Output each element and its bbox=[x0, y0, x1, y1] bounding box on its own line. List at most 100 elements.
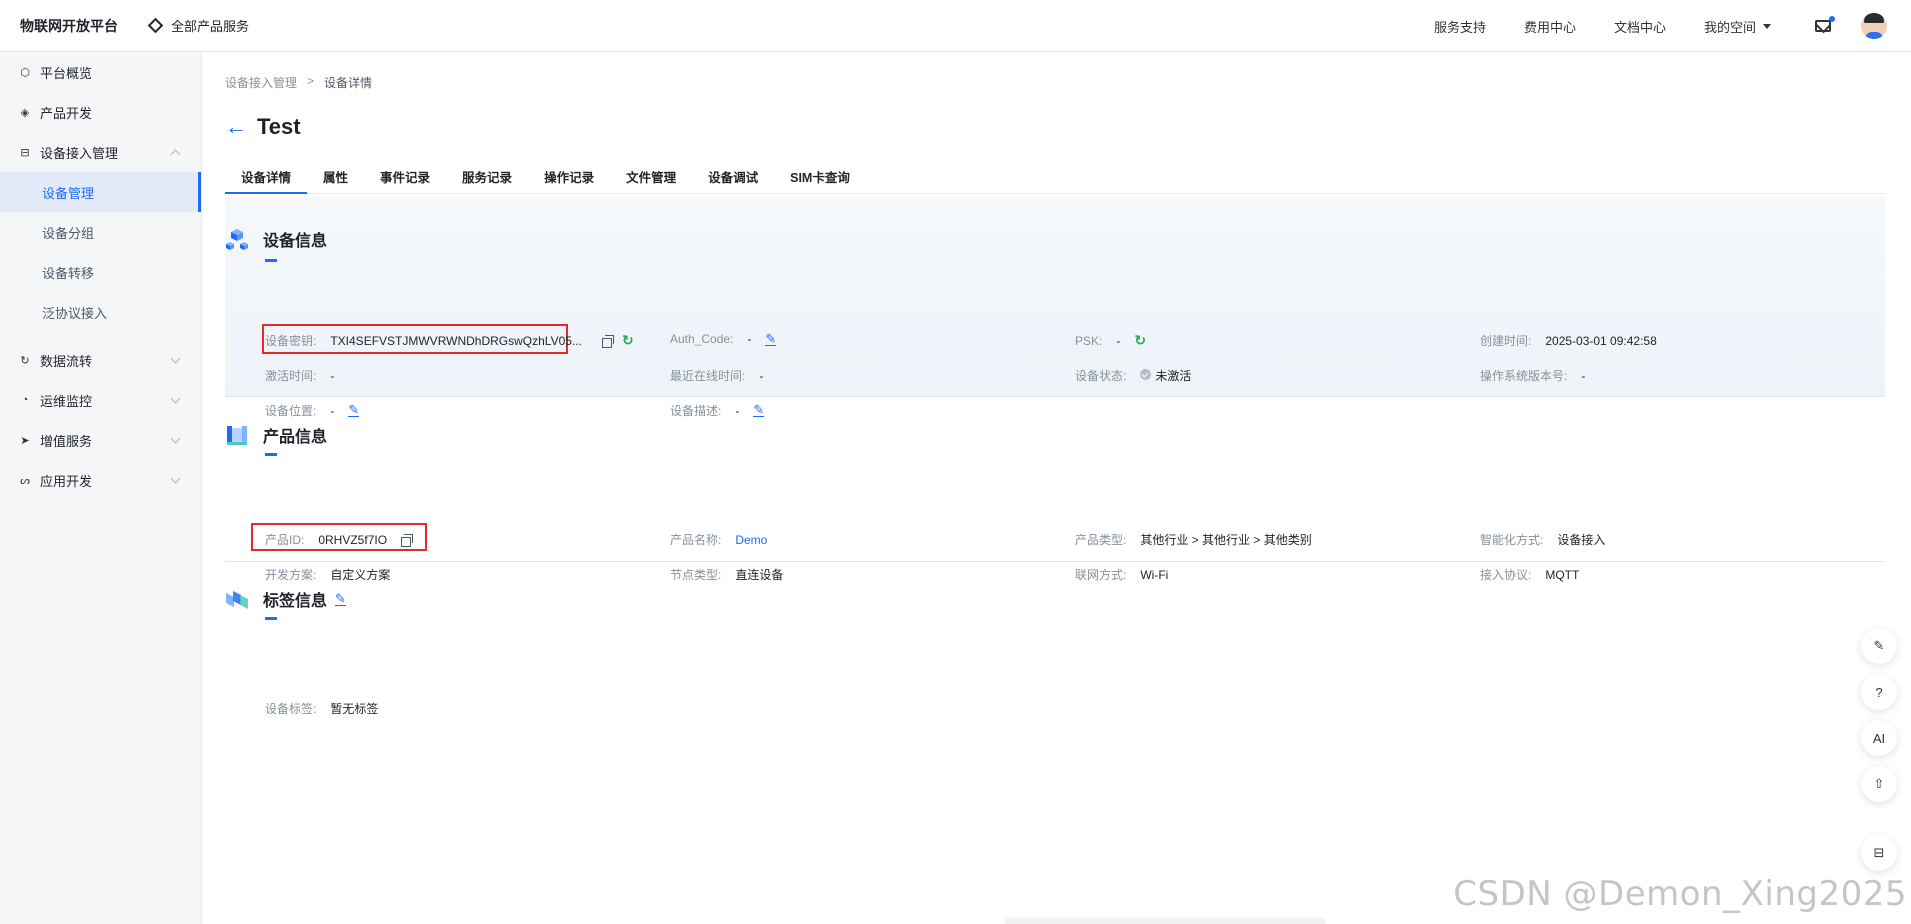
back-arrow-icon[interactable]: ← bbox=[225, 116, 247, 138]
field-product-name: 产品名称: Demo bbox=[670, 531, 767, 548]
field-label: 最近在线时间: bbox=[670, 369, 746, 383]
created-time-value: 2025-03-01 09:42:58 bbox=[1545, 333, 1657, 348]
field-label: 设备密钥: bbox=[265, 334, 317, 348]
refresh-icon[interactable]: ↻ bbox=[622, 332, 634, 349]
support-link[interactable]: 服务支持 bbox=[1434, 17, 1486, 36]
field-activated-time: 激活时间: - bbox=[265, 367, 334, 384]
help-button[interactable]: ? bbox=[1861, 674, 1897, 710]
edit-icon[interactable]: ✎ bbox=[335, 592, 346, 606]
mail-icon[interactable] bbox=[1815, 16, 1835, 32]
tab-device-details[interactable]: 设备详情 bbox=[225, 162, 308, 194]
product-info-section: 产品信息 产品ID: 0RHVZ5f7IO 产品名称: Demo 产品类型: 其… bbox=[225, 397, 1885, 582]
page-title: Test bbox=[257, 114, 301, 139]
question-icon: ? bbox=[1875, 684, 1883, 700]
ai-label: AI bbox=[1872, 730, 1886, 746]
tags-value: 暂无标签 bbox=[330, 702, 379, 716]
breadcrumb-parent[interactable]: 设备接入管理 bbox=[225, 74, 297, 91]
breadcrumb: 设备接入管理 > 设备详情 bbox=[225, 74, 372, 91]
tab-sim-query[interactable]: SIM卡查询 bbox=[774, 162, 866, 194]
overview-icon: ⬡ bbox=[20, 66, 30, 79]
product-info-title: 产品信息 bbox=[263, 429, 328, 446]
field-created-time: 创建时间: 2025-03-01 09:42:58 bbox=[1480, 332, 1657, 349]
sidebar-item-label: 产品开发 bbox=[40, 105, 93, 121]
field-psk: PSK: - ↻ bbox=[1075, 332, 1146, 349]
copy-icon[interactable] bbox=[401, 533, 414, 547]
section-underline bbox=[265, 617, 277, 620]
field-device-status: 设备状态: 未激活 bbox=[1075, 367, 1191, 384]
tag-info-header: 标签信息 ✎ bbox=[225, 587, 346, 611]
all-products-menu[interactable]: 全部产品服务 bbox=[147, 16, 249, 35]
sidebar-subitem-device-group[interactable]: 设备分组 bbox=[0, 212, 201, 252]
avatar[interactable] bbox=[1861, 13, 1887, 39]
device-icon: ⊟ bbox=[20, 146, 30, 159]
ai-button[interactable]: AI bbox=[1861, 720, 1897, 756]
chevron-down-icon bbox=[170, 353, 181, 364]
status-check-icon bbox=[1140, 369, 1152, 380]
sidebar-item-data-flow[interactable]: ↻ 数据流转 bbox=[0, 340, 201, 380]
device-info-header: 设备信息 bbox=[225, 227, 327, 251]
sidebar: ⬡ 平台概览 ◈ 产品开发 ⊟ 设备接入管理 设备管理 设备分组 设备转移 泛协… bbox=[0, 52, 202, 924]
edit-icon[interactable]: ✎ bbox=[765, 332, 777, 346]
field-label: PSK: bbox=[1075, 333, 1103, 348]
sidebar-item-label: 应用开发 bbox=[40, 473, 93, 489]
tab-properties[interactable]: 属性 bbox=[307, 162, 364, 194]
cube-icon: ◈ bbox=[20, 106, 30, 119]
product-name-link[interactable]: Demo bbox=[735, 533, 767, 547]
billing-link[interactable]: 费用中心 bbox=[1524, 17, 1576, 36]
my-space-menu[interactable]: 我的空间 bbox=[1704, 17, 1771, 36]
sidebar-subitem-generic-protocol[interactable]: 泛协议接入 bbox=[0, 292, 201, 332]
data-flow-icon: ↻ bbox=[20, 354, 30, 367]
device-info-section: 设备信息 设备密钥: TXI4SEFVSTJMWVRWNDhDRGswQzhLV… bbox=[225, 197, 1885, 418]
os-version-value: - bbox=[1581, 368, 1586, 383]
field-label: 设备标签: bbox=[265, 702, 317, 716]
field-product-type: 产品类型: 其他行业 > 其他行业 > 其他类别 bbox=[1075, 531, 1312, 548]
sidebar-subitem-device-management[interactable]: 设备管理 bbox=[0, 172, 201, 212]
section-underline bbox=[265, 453, 277, 456]
product-type-value: 其他行业 > 其他行业 > 其他类别 bbox=[1140, 533, 1312, 547]
sidebar-item-product-dev[interactable]: ◈ 产品开发 bbox=[0, 92, 201, 132]
refresh-icon[interactable]: ↻ bbox=[1134, 332, 1146, 349]
sidebar-item-monitor[interactable]: ◔ 运维监控 bbox=[0, 380, 201, 420]
feedback-button[interactable]: ✎ bbox=[1861, 628, 1897, 664]
top-bar: 物联网开放平台 全部产品服务 服务支持 费用中心 文档中心 我的空间 bbox=[0, 0, 1911, 52]
tab-operation-records[interactable]: 操作记录 bbox=[528, 162, 610, 194]
cubes-icon bbox=[226, 229, 248, 250]
sidebar-item-label: 增值服务 bbox=[40, 433, 93, 449]
collapse-button[interactable]: ⊟ bbox=[1861, 835, 1897, 871]
tab-file-management[interactable]: 文件管理 bbox=[610, 162, 692, 194]
field-label: 产品类型: bbox=[1075, 533, 1127, 547]
tag-stack-icon bbox=[226, 591, 248, 609]
chevron-down-icon bbox=[170, 473, 181, 484]
field-label: 产品ID: bbox=[265, 533, 305, 547]
bottom-drawer-handle[interactable] bbox=[1005, 920, 1325, 924]
tab-event-records[interactable]: 事件记录 bbox=[364, 162, 446, 194]
sidebar-item-value-added[interactable]: ➤ 增值服务 bbox=[0, 420, 201, 460]
brand-title[interactable]: 物联网开放平台 bbox=[20, 16, 150, 36]
field-label: 设备状态: bbox=[1075, 369, 1127, 383]
tab-device-debug[interactable]: 设备调试 bbox=[692, 162, 774, 194]
docs-link[interactable]: 文档中心 bbox=[1614, 17, 1666, 36]
device-info-title: 设备信息 bbox=[263, 233, 328, 250]
field-smart-mode: 智能化方式: 设备接入 bbox=[1480, 531, 1605, 548]
upload-button[interactable]: ⇧ bbox=[1861, 766, 1897, 802]
device-secret-value: TXI4SEFVSTJMWVRWNDhDRGswQzhLV05... bbox=[330, 333, 582, 348]
device-status-value: 未激活 bbox=[1140, 367, 1191, 384]
tag-info-section: 标签信息 ✎ 设备标签: 暂无标签 bbox=[225, 562, 1885, 716]
caret-down-icon bbox=[1763, 23, 1771, 29]
app-icon: ᔕ bbox=[20, 474, 30, 487]
sidebar-item-overview[interactable]: ⬡ 平台概览 bbox=[0, 52, 201, 92]
sidebar-subitem-device-transfer[interactable]: 设备转移 bbox=[0, 252, 201, 292]
diamond-icon bbox=[147, 17, 164, 34]
sidebar-item-device-access[interactable]: ⊟ 设备接入管理 bbox=[0, 132, 201, 172]
minimize-icon: ⊟ bbox=[1873, 845, 1885, 860]
section-underline bbox=[265, 259, 277, 262]
sidebar-item-label: 设备接入管理 bbox=[40, 145, 119, 161]
auth-code-value: - bbox=[747, 332, 752, 346]
copy-icon[interactable] bbox=[601, 334, 614, 348]
chevron-up-icon bbox=[170, 149, 181, 160]
top-right-nav: 服务支持 费用中心 文档中心 我的空间 bbox=[1434, 0, 1911, 52]
my-space-label: 我的空间 bbox=[1703, 19, 1756, 35]
sidebar-item-app-dev[interactable]: ᔕ 应用开发 bbox=[0, 460, 201, 500]
tab-service-records[interactable]: 服务记录 bbox=[446, 162, 528, 194]
sidebar-item-label: 平台概览 bbox=[40, 65, 93, 81]
